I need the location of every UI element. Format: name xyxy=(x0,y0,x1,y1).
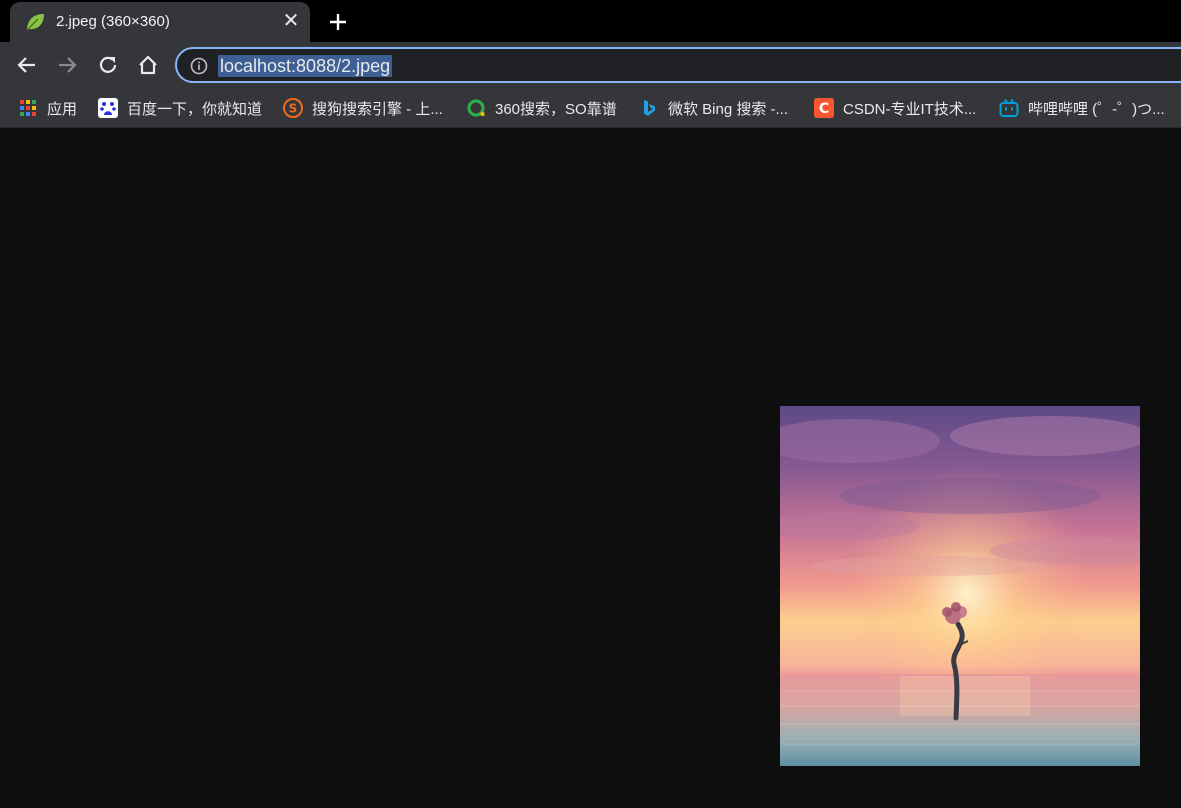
address-bar[interactable]: localhost:8088/2.jpeg xyxy=(175,47,1181,83)
bookmark-label: 应用 xyxy=(47,100,78,118)
bookmark-baidu[interactable]: 百度一下，你就知道 xyxy=(98,96,262,120)
bookmark-label: 百度一下，你就知道 xyxy=(127,100,263,118)
svg-text:S: S xyxy=(289,102,298,116)
bookmark-360[interactable]: 360搜索，SO靠谱 xyxy=(466,96,617,120)
reload-icon xyxy=(99,56,117,73)
back-arrow-icon xyxy=(17,57,35,73)
bookmark-bilibili[interactable]: 哔哩哔哩 (゜-゜)つ... xyxy=(999,96,1165,120)
tab-strip: 2.jpeg (360×360) ✕ xyxy=(0,0,1181,44)
bookmark-label: 360搜索，SO靠谱 xyxy=(495,100,617,118)
forward-button[interactable] xyxy=(53,51,81,79)
info-icon[interactable] xyxy=(190,57,208,75)
tab-title: 2.jpeg (360×360) xyxy=(56,13,170,30)
bookmarks-bar: 应用 百度一下，你就知道 S 搜狗搜索引擎 - 上... 360搜索，SO靠谱 … xyxy=(0,88,1181,128)
bookmark-label: 哔哩哔哩 (゜-゜)つ... xyxy=(1028,100,1165,118)
close-icon[interactable]: ✕ xyxy=(280,10,302,32)
home-icon xyxy=(139,55,157,75)
apps-grid-icon xyxy=(20,100,36,116)
bookmark-apps[interactable]: 应用 xyxy=(18,96,77,120)
tab-active[interactable]: 2.jpeg (360×360) ✕ xyxy=(10,2,310,42)
svg-text:C: C xyxy=(819,101,829,117)
page-content xyxy=(0,129,1181,808)
sunset-sea-tree-image xyxy=(780,406,1140,766)
reload-button[interactable] xyxy=(94,51,122,79)
plus-icon[interactable] xyxy=(324,8,352,36)
sogou-icon: S xyxy=(283,98,303,118)
csdn-icon: C xyxy=(814,98,834,118)
bilibili-icon xyxy=(999,98,1019,117)
bookmark-sogou[interactable]: S 搜狗搜索引擎 - 上... xyxy=(283,96,443,120)
bookmark-label: 微软 Bing 搜索 -... xyxy=(668,100,789,118)
baidu-icon xyxy=(98,98,118,118)
360-search-icon xyxy=(467,99,485,117)
bookmark-bing[interactable]: 微软 Bing 搜索 -... xyxy=(639,96,788,120)
bookmark-label: CSDN-专业IT技术... xyxy=(843,100,977,118)
leaf-icon xyxy=(26,14,44,31)
url-text[interactable]: localhost:8088/2.jpeg xyxy=(218,55,393,77)
forward-arrow-icon xyxy=(59,57,77,73)
back-button[interactable] xyxy=(13,51,41,79)
bing-icon xyxy=(644,100,655,116)
bookmark-csdn[interactable]: C CSDN-专业IT技术... xyxy=(814,96,976,120)
home-button[interactable] xyxy=(134,51,162,79)
toolbar: localhost:8088/2.jpeg xyxy=(0,42,1181,88)
bookmark-label: 搜狗搜索引擎 - 上... xyxy=(312,100,443,118)
